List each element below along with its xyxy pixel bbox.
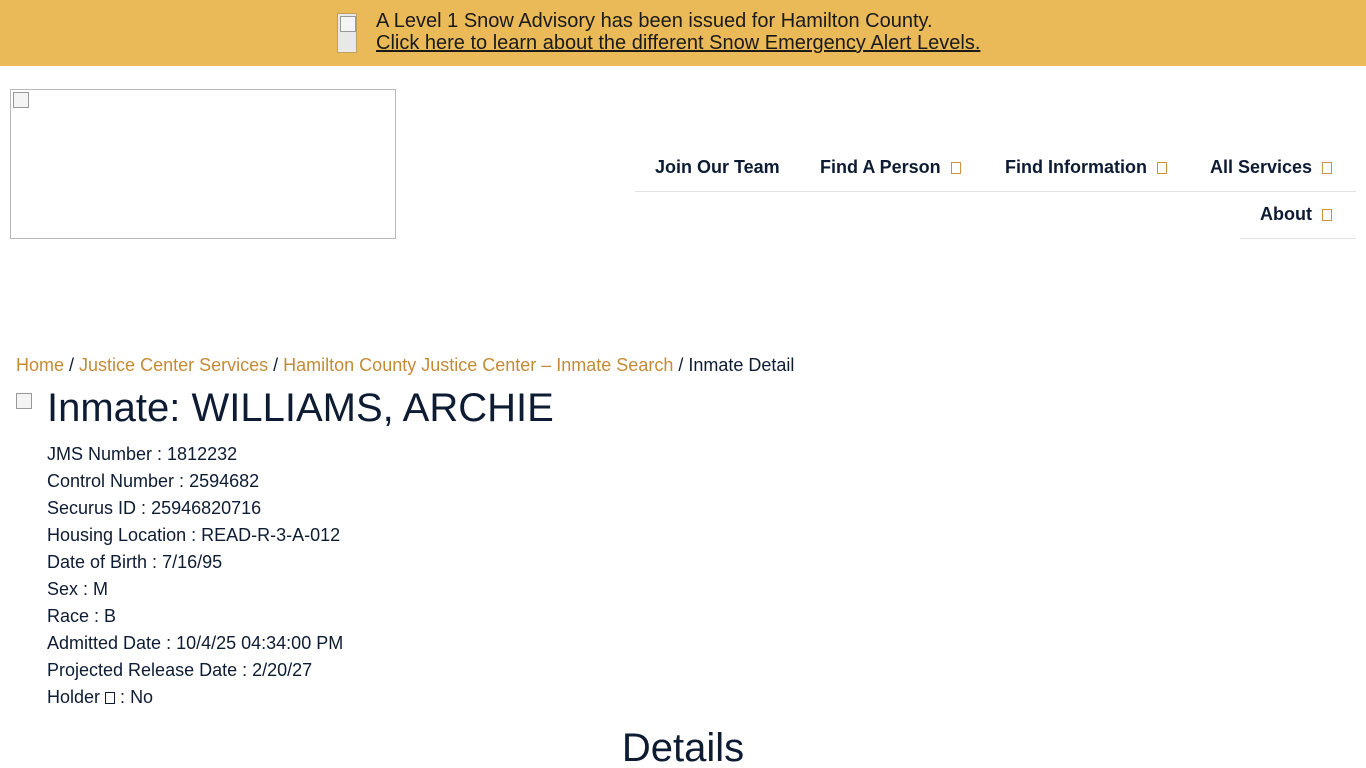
- nav-label: Find A Person: [820, 157, 941, 177]
- info-label: Securus ID: [47, 498, 137, 518]
- nav-label: Join Our Team: [655, 157, 780, 177]
- info-row: Securus ID : 25946820716: [47, 497, 343, 524]
- nav-about[interactable]: About: [1260, 204, 1332, 225]
- info-value: 2594682: [189, 471, 260, 491]
- info-separator: :: [89, 606, 105, 626]
- nav-row-secondary: About: [1240, 192, 1356, 239]
- inmate-photo: [16, 393, 32, 409]
- info-value: No: [130, 687, 154, 707]
- snow-advisory-banner: A Level 1 Snow Advisory has been issued …: [0, 0, 1366, 66]
- broken-image-icon: [13, 92, 29, 108]
- info-row: Holder : No: [47, 686, 343, 713]
- chevron-down-icon: [1321, 209, 1332, 221]
- nav-join-our-team[interactable]: Join Our Team: [655, 157, 780, 178]
- info-value: 10/4/25 04:34:00 PM: [176, 633, 344, 653]
- info-row: Race : B: [47, 605, 343, 632]
- chevron-down-icon: [950, 162, 961, 174]
- breadcrumb-inmate-search[interactable]: Hamilton County Justice Center – Inmate …: [283, 355, 673, 375]
- info-row: Control Number : 2594682: [47, 470, 343, 497]
- alert-message: A Level 1 Snow Advisory has been issued …: [376, 10, 933, 32]
- breadcrumb: Home / Justice Center Services / Hamilto…: [16, 355, 794, 376]
- info-separator: :: [237, 660, 253, 680]
- nav-label: Find Information: [1005, 157, 1147, 177]
- breadcrumb-separator: /: [273, 355, 284, 375]
- chevron-down-icon: [1322, 162, 1333, 174]
- info-separator: :: [147, 552, 163, 572]
- info-value: B: [104, 606, 117, 626]
- info-row: Projected Release Date : 2/20/27: [47, 659, 343, 686]
- breadcrumb-separator: /: [678, 355, 689, 375]
- info-label: Control Number: [47, 471, 175, 491]
- info-separator: :: [152, 444, 168, 464]
- info-separator: :: [78, 579, 94, 599]
- info-value: 2/20/27: [252, 660, 313, 680]
- info-row: Housing Location : READ-R-3-A-012: [47, 524, 343, 551]
- breadcrumb-justice-center-services[interactable]: Justice Center Services: [79, 355, 268, 375]
- info-value: 1812232: [167, 444, 238, 464]
- info-row: Date of Birth : 7/16/95: [47, 551, 343, 578]
- alert-text: A Level 1 Snow Advisory has been issued …: [376, 10, 980, 54]
- info-row: JMS Number : 1812232: [47, 443, 343, 470]
- info-icon[interactable]: [105, 692, 116, 704]
- info-separator: :: [174, 471, 190, 491]
- page-title: Inmate: WILLIAMS, ARCHIE: [47, 386, 554, 430]
- breadcrumb-current: Inmate Detail: [688, 355, 795, 375]
- breadcrumb-home[interactable]: Home: [16, 355, 64, 375]
- info-label: Holder: [47, 687, 101, 707]
- info-value: READ-R-3-A-012: [201, 525, 341, 545]
- info-row: Sex : M: [47, 578, 343, 605]
- info-label: Housing Location: [47, 525, 187, 545]
- info-separator: :: [115, 687, 131, 707]
- info-value: 25946820716: [151, 498, 262, 518]
- breadcrumb-separator: /: [69, 355, 80, 375]
- info-label: Sex: [47, 579, 79, 599]
- nav-find-a-person[interactable]: Find A Person: [820, 157, 961, 178]
- nav-row-primary: Join Our Team Find A Person Find Informa…: [635, 145, 1356, 192]
- info-label: Race: [47, 606, 90, 626]
- info-value: M: [93, 579, 109, 599]
- chevron-down-icon: [1156, 162, 1167, 174]
- details-heading: Details: [621, 726, 745, 768]
- info-separator: :: [186, 525, 202, 545]
- info-row: Admitted Date : 10/4/25 04:34:00 PM: [47, 632, 343, 659]
- info-label: JMS Number: [47, 444, 153, 464]
- info-separator: :: [161, 633, 177, 653]
- nav-label: All Services: [1210, 157, 1313, 177]
- info-label: Admitted Date: [47, 633, 162, 653]
- info-label: Date of Birth: [47, 552, 148, 572]
- info-label: Projected Release Date: [47, 660, 238, 680]
- nav-label: About: [1260, 204, 1312, 224]
- inmate-info: JMS Number : 1812232 Control Number : 25…: [47, 443, 343, 713]
- info-separator: :: [136, 498, 152, 518]
- nav-all-services[interactable]: All Services: [1210, 157, 1333, 178]
- site-logo[interactable]: [10, 89, 396, 239]
- snowflake-icon: [337, 13, 357, 53]
- nav-find-information[interactable]: Find Information: [1005, 157, 1167, 178]
- info-value: 7/16/95: [162, 552, 223, 572]
- snow-levels-link[interactable]: Click here to learn about the different …: [376, 32, 980, 54]
